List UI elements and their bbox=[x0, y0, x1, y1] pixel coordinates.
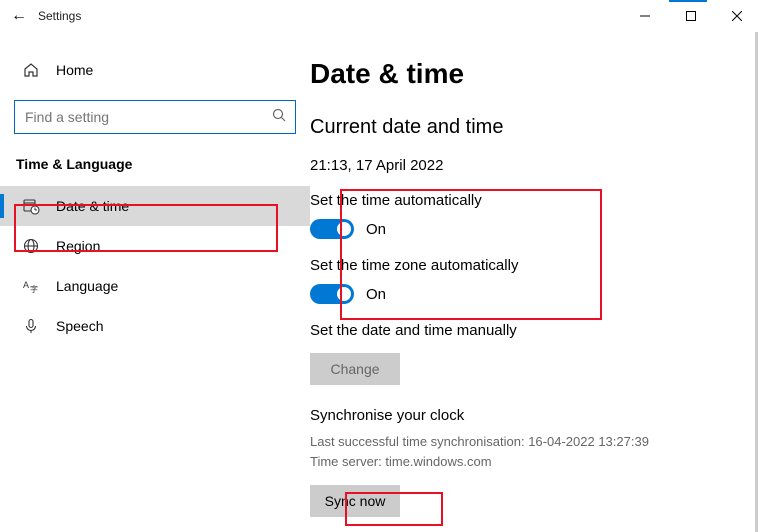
home-icon bbox=[22, 61, 40, 79]
calendar-clock-icon bbox=[22, 197, 40, 215]
nav-date-time[interactable]: Date & time bbox=[0, 186, 310, 226]
sidebar: Home Time & Language Date & time Region … bbox=[0, 32, 310, 532]
nav-label: Speech bbox=[56, 318, 103, 334]
current-datetime: 21:13, 17 April 2022 bbox=[310, 157, 760, 174]
auto-time-toggle[interactable] bbox=[310, 219, 354, 239]
auto-time-label: Set the time automatically bbox=[310, 192, 760, 209]
minimize-button[interactable] bbox=[622, 0, 668, 32]
page-subheading: Current date and time bbox=[310, 116, 760, 139]
auto-zone-state: On bbox=[366, 286, 386, 303]
auto-zone-toggle[interactable] bbox=[310, 284, 354, 304]
change-button[interactable]: Change bbox=[310, 353, 400, 385]
auto-time-state: On bbox=[366, 221, 386, 238]
home-nav[interactable]: Home bbox=[0, 50, 310, 90]
search-icon bbox=[272, 108, 286, 125]
svg-text:字: 字 bbox=[30, 284, 38, 294]
language-icon: A字 bbox=[22, 277, 40, 295]
back-button[interactable]: ← bbox=[0, 7, 38, 25]
nav-language[interactable]: A字 Language bbox=[0, 266, 310, 306]
nav-label: Region bbox=[56, 238, 100, 254]
close-button[interactable] bbox=[714, 0, 760, 32]
maximize-button[interactable] bbox=[668, 0, 714, 32]
main-panel: Date & time Current date and time 21:13,… bbox=[310, 32, 760, 532]
nav-speech[interactable]: Speech bbox=[0, 306, 310, 346]
nav-label: Date & time bbox=[56, 198, 129, 214]
sync-last: Last successful time synchronisation: 16… bbox=[310, 432, 760, 452]
auto-zone-label: Set the time zone automatically bbox=[310, 257, 760, 274]
manual-label: Set the date and time manually bbox=[310, 322, 760, 339]
nav-label: Language bbox=[56, 278, 118, 294]
sync-now-button[interactable]: Sync now bbox=[310, 485, 400, 517]
microphone-icon bbox=[22, 317, 40, 335]
nav-region[interactable]: Region bbox=[0, 226, 310, 266]
home-label: Home bbox=[56, 62, 93, 78]
scrollbar[interactable] bbox=[755, 32, 758, 532]
search-input[interactable] bbox=[14, 100, 296, 134]
sync-heading: Synchronise your clock bbox=[310, 407, 760, 424]
window-title: Settings bbox=[38, 9, 81, 23]
sync-server: Time server: time.windows.com bbox=[310, 452, 760, 472]
page-heading: Date & time bbox=[310, 58, 760, 90]
section-header: Time & Language bbox=[0, 156, 310, 186]
svg-text:A: A bbox=[23, 280, 29, 290]
globe-icon bbox=[22, 237, 40, 255]
